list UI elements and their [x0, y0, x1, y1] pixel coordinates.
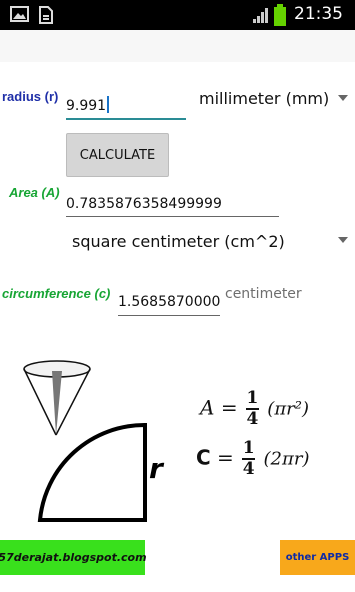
- circumference-value: 1.5685870000: [118, 294, 221, 310]
- radius-label: radius (r): [2, 89, 59, 104]
- battery-icon: [274, 4, 286, 26]
- app-bar: [0, 30, 355, 62]
- radius-unit-select[interactable]: millimeter (mm): [199, 89, 329, 108]
- area-output: 0.7835876358499999: [66, 196, 279, 217]
- calculate-button[interactable]: CALCULATE: [66, 133, 169, 177]
- area-formula-eq: =: [220, 395, 238, 420]
- website-banner[interactable]: 57derajat.blogspot.com: [0, 540, 147, 575]
- circ-formula-rhs: (2πr): [263, 448, 310, 470]
- circumference-label: circumference (c): [2, 286, 111, 301]
- area-formula-rhs: (πr²): [267, 398, 309, 420]
- circ-formula-lhs: C: [196, 445, 211, 470]
- radius-input[interactable]: 9.991: [66, 96, 186, 120]
- dropdown-arrow-icon[interactable]: [338, 95, 348, 101]
- area-value: 0.7835876358499999: [66, 196, 222, 212]
- dropdown-arrow-icon[interactable]: [338, 237, 348, 243]
- text-cursor: [107, 96, 110, 113]
- area-formula-fraction: 1 4: [245, 388, 259, 429]
- signal-icon: [253, 8, 268, 23]
- area-formula-lhs: A: [200, 395, 215, 420]
- fraction-numerator: 1: [242, 438, 255, 458]
- quarter-circle-illustration: [23, 360, 147, 522]
- document-notification-icon: [39, 6, 53, 24]
- radius-input-value: 9.991: [66, 98, 107, 114]
- circumference-unit: centimeter: [225, 286, 302, 302]
- other-apps-button[interactable]: other APPS: [280, 540, 355, 575]
- image-notification-icon: [10, 6, 29, 22]
- area-label: Area (A): [9, 185, 60, 200]
- radius-symbol: r: [149, 452, 163, 485]
- area-unit-select[interactable]: square centimeter (cm^2): [72, 232, 285, 251]
- status-time: 21:35: [294, 4, 343, 24]
- fraction-denominator: 4: [246, 409, 259, 429]
- circumference-formula: C = 1 4 (2πr): [196, 440, 309, 478]
- circumference-output: 1.5685870000: [118, 294, 220, 316]
- circ-formula-eq: =: [217, 445, 234, 470]
- fraction-numerator: 1: [246, 388, 259, 408]
- fraction-denominator: 4: [242, 459, 255, 479]
- area-formula: A = 1 4 (πr²): [200, 390, 309, 428]
- circ-formula-fraction: 1 4: [242, 438, 256, 479]
- status-bar: 21:35: [0, 0, 355, 30]
